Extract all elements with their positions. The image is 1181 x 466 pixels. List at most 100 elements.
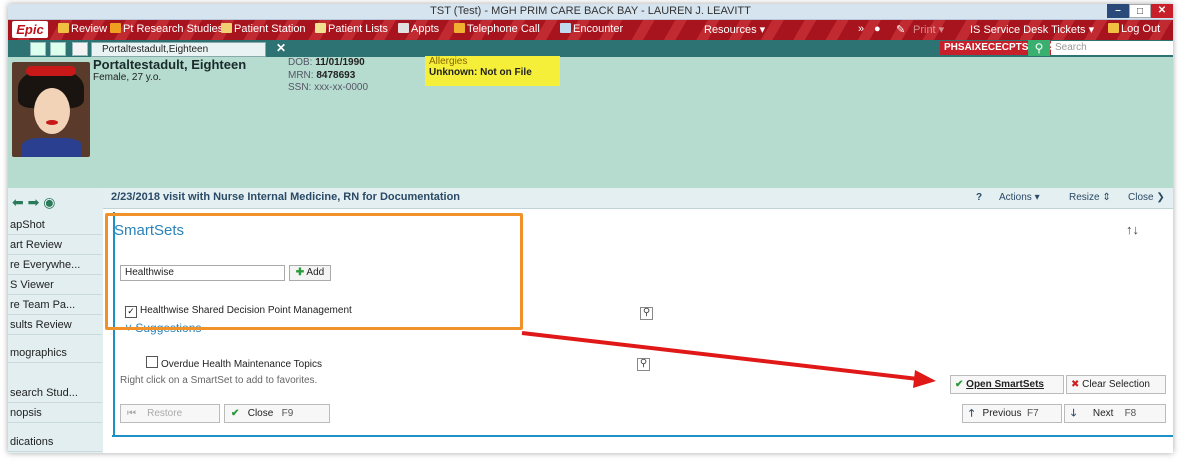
appts-label: Appts xyxy=(411,23,440,35)
dob-value: 11/01/1990 xyxy=(315,57,365,68)
reorder-arrows[interactable]: ↑↓ xyxy=(1126,222,1139,237)
encounter-icon xyxy=(560,23,571,33)
sidebar-item-synopsis[interactable]: nopsis xyxy=(8,403,102,423)
sidebar-item-research-studies[interactable]: search Stud... xyxy=(8,383,102,403)
patient-lists-label: Patient Lists xyxy=(328,23,388,35)
suggestion-row[interactable]: Overdue Health Maintenance Topics xyxy=(146,356,322,370)
restore-label: Restore xyxy=(147,408,183,419)
telephone-icon xyxy=(454,23,465,33)
sidebar-item-lms-viewer[interactable]: S Viewer xyxy=(8,275,102,295)
sidebar-item-results-review[interactable]: sults Review xyxy=(8,315,102,335)
window-title: TST (Test) - MGH PRIM CARE BACK BAY - LA… xyxy=(430,5,751,17)
service-desk-label: IS Service Desk Tickets xyxy=(970,24,1086,36)
help-button[interactable]: ? xyxy=(976,192,982,203)
check-icon: ✔ xyxy=(955,379,964,390)
home-icon[interactable] xyxy=(30,42,46,56)
logout-button[interactable]: Log Out xyxy=(1108,23,1160,35)
review-button[interactable]: Review xyxy=(58,23,107,35)
print-button[interactable]: Print ▾ xyxy=(913,23,944,36)
patient-sex-age: Female, 27 y.o. xyxy=(93,72,162,83)
sidebar-item-demographics[interactable]: mographics xyxy=(8,343,102,363)
sidebar-item-medications[interactable]: dications xyxy=(8,432,102,452)
activity-sidebar: ⬅ ➡ ◉ apShot art Review re Everywhe... S… xyxy=(8,188,104,453)
resources-label: Resources xyxy=(704,24,757,36)
search-icon[interactable]: ⚲ xyxy=(1028,40,1050,56)
tab-patient[interactable]: Portaltestadult,Eighteen xyxy=(91,42,266,57)
x-icon: ✖ xyxy=(1071,379,1080,390)
actions-label: Actions xyxy=(999,192,1032,203)
close-activity-button[interactable]: Close ❯ xyxy=(1128,192,1165,203)
service-desk-button[interactable]: IS Service Desk Tickets ▾ xyxy=(970,23,1094,36)
activity-title: 2/23/2018 visit with Nurse Internal Medi… xyxy=(111,191,461,203)
allergies-value: Unknown: Not on File xyxy=(429,67,532,78)
favorites-hint: Right click on a SmartSet to add to favo… xyxy=(120,375,318,386)
wrench-icon[interactable]: ✎ xyxy=(896,23,905,36)
globe-icon[interactable]: ● xyxy=(874,23,881,35)
mail-icon[interactable] xyxy=(72,42,88,56)
appts-button[interactable]: Appts xyxy=(398,23,439,35)
checkbox-unchecked-icon[interactable] xyxy=(146,356,158,368)
review-label: Review xyxy=(71,23,108,35)
epic-menu-button[interactable]: Epic xyxy=(12,21,48,38)
resources-button[interactable]: Resources ▾ xyxy=(704,23,765,36)
encounter-label: Encounter xyxy=(573,23,624,35)
encounter-button[interactable]: Encounter xyxy=(560,23,623,35)
patient-lists-button[interactable]: Patient Lists xyxy=(315,23,388,35)
epic-toolbar: Epic Review Pt Research Studies Patient … xyxy=(8,20,1173,40)
next-key: F8 xyxy=(1124,408,1137,419)
annotation-highlight-box xyxy=(105,213,523,330)
patient-name[interactable]: Portaltestadult, Eighteen xyxy=(93,57,246,72)
patient-mrn: MRN: 8478693 xyxy=(288,70,355,81)
preview-icon-2[interactable]: ⚲ xyxy=(637,358,650,371)
clear-selection-label: Clear Selection xyxy=(1082,379,1150,390)
allergies-label: Allergies xyxy=(429,56,468,67)
back-forward-nav[interactable]: ⬅ ➡ ◉ xyxy=(12,194,55,211)
calendar-icon xyxy=(398,23,409,33)
logout-icon xyxy=(1108,23,1119,33)
close-label: Close xyxy=(247,408,274,419)
sidebar-item-snapshot[interactable]: apShot xyxy=(8,215,102,235)
more-icon[interactable]: » xyxy=(858,23,864,35)
suggestion-label: Overdue Health Maintenance Topics xyxy=(161,359,323,370)
allergies-badge[interactable]: Allergies Unknown: Not on File xyxy=(425,56,560,86)
actions-menu-button[interactable]: Actions ▾ xyxy=(999,192,1040,203)
workspace-tab-bar: Portaltestadult,Eighteen ✕ PHSAIXECECPTS… xyxy=(8,40,1173,57)
checkmark-icon: ✔ xyxy=(231,408,240,419)
resize-button[interactable]: Resize ⇕ xyxy=(1069,192,1111,203)
search-input[interactable]: Search xyxy=(1051,41,1173,55)
research-icon xyxy=(110,23,121,33)
previous-button[interactable]: 🡑 Previous F7 xyxy=(962,404,1062,423)
sidebar-item-chart-review[interactable]: art Review xyxy=(8,235,102,255)
activity-title-bar: 2/23/2018 visit with Nurse Internal Medi… xyxy=(103,188,1173,209)
arrow-down-icon: 🡓 xyxy=(1071,408,1077,419)
maximize-button[interactable]: □ xyxy=(1129,4,1151,18)
patient-station-icon xyxy=(221,23,232,33)
previous-label: Previous xyxy=(982,408,1022,419)
title-bar: TST (Test) - MGH PRIM CARE BACK BAY - LA… xyxy=(8,4,1173,20)
close-window-button[interactable]: ✕ xyxy=(1151,4,1173,18)
preview-icon[interactable]: ⚲ xyxy=(640,307,653,320)
previous-key: F7 xyxy=(1027,408,1039,419)
pt-research-studies-button[interactable]: Pt Research Studies xyxy=(110,23,223,35)
patient-dob: DOB: 11/01/1990 xyxy=(288,57,365,68)
first-icon: ⏮ xyxy=(127,408,136,419)
telephone-call-button[interactable]: Telephone Call xyxy=(454,23,540,35)
patient-station-label: Patient Station xyxy=(234,23,306,35)
restore-button[interactable]: ⏮ Restore xyxy=(120,404,220,423)
open-smartsets-button[interactable]: ✔ Open SmartSets xyxy=(950,375,1064,394)
minimize-button[interactable]: – xyxy=(1107,4,1129,18)
sidebar-item-care-team[interactable]: re Team Pa... xyxy=(8,295,102,315)
resize-label: Resize xyxy=(1069,192,1100,203)
clear-selection-button[interactable]: ✖ Clear Selection xyxy=(1066,375,1166,394)
sidebar-item-care-everywhere[interactable]: re Everywhe... xyxy=(8,255,102,275)
close-button[interactable]: ✔ Close F9 xyxy=(224,404,330,423)
pt-research-studies-label: Pt Research Studies xyxy=(123,23,224,35)
section-divider xyxy=(112,435,1173,437)
next-button[interactable]: 🡓 Next F8 xyxy=(1064,404,1166,423)
logout-label: Log Out xyxy=(1121,23,1161,35)
print-label: Print xyxy=(913,24,936,36)
close-tab-icon[interactable]: ✕ xyxy=(276,41,286,55)
open-smartsets-label: Open SmartSets xyxy=(966,379,1044,390)
in-basket-icon[interactable] xyxy=(50,42,66,56)
patient-station-button[interactable]: Patient Station xyxy=(221,23,306,35)
